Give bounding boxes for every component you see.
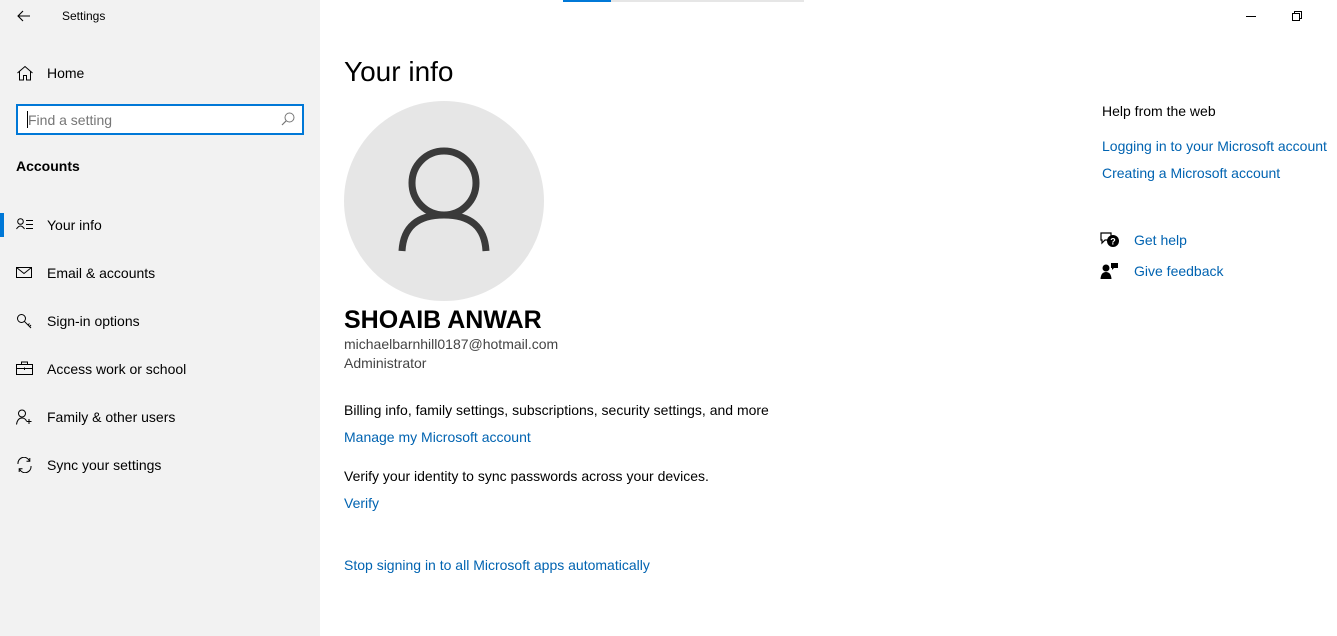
user-name: SHOAIB ANWAR [344,306,542,334]
minimize-button[interactable] [1228,0,1274,32]
verify-description: Verify your identity to sync passwords a… [344,468,709,484]
user-role: Administrator [344,355,427,371]
sidebar-item-label: Sync your settings [47,457,162,473]
mail-icon [16,267,32,278]
get-help-label: Get help [1134,232,1187,248]
search-input[interactable] [18,106,274,133]
restore-button[interactable] [1274,0,1320,32]
search-icon[interactable] [281,112,295,126]
back-arrow-icon [17,10,30,22]
loading-progress-bar [563,0,804,2]
selection-indicator [0,213,4,237]
sidebar-item-your-info[interactable]: Your info [0,205,320,245]
home-label: Home [47,65,85,81]
restore-icon [1292,11,1302,21]
svg-text:?: ? [1110,237,1116,247]
user-icon [398,147,490,252]
give-feedback-link[interactable]: Give feedback [1100,260,1240,282]
sidebar-item-label: Sign-in options [47,313,140,329]
sidebar-item-family-users[interactable]: Family & other users [0,397,320,437]
back-button[interactable] [10,4,38,28]
manage-account-link[interactable]: Manage my Microsoft account [344,429,531,445]
sidebar: Settings Home Accounts Your info Email &… [0,0,320,636]
sidebar-item-label: Your info [47,217,102,233]
text-caret [27,111,28,128]
key-icon [17,314,32,329]
chat-help-icon: ? [1100,232,1119,247]
billing-description: Billing info, family settings, subscript… [344,402,769,418]
help-link-creating-account[interactable]: Creating a Microsoft account [1102,165,1280,181]
sidebar-item-email-accounts[interactable]: Email & accounts [0,253,320,293]
section-heading: Accounts [16,158,80,174]
loading-progress-fill [563,0,612,2]
get-help-link[interactable]: ? Get help [1100,229,1220,251]
home-nav-item[interactable]: Home [0,58,320,88]
contact-card-icon [16,218,33,230]
sidebar-item-sync-settings[interactable]: Sync your settings [0,445,320,485]
briefcase-icon [16,361,33,375]
sidebar-item-sign-in-options[interactable]: Sign-in options [0,301,320,341]
search-box[interactable] [16,104,304,135]
user-email: michaelbarnhill0187@hotmail.com [344,336,559,352]
sidebar-item-access-work[interactable]: Access work or school [0,349,320,389]
app-title: Settings [62,9,106,23]
give-feedback-label: Give feedback [1134,263,1224,279]
help-link-logging-in[interactable]: Logging in to your Microsoft account [1102,138,1327,154]
stop-signing-in-link[interactable]: Stop signing in to all Microsoft apps au… [344,557,650,573]
sidebar-item-label: Email & accounts [47,265,156,281]
person-add-icon [16,409,32,425]
sidebar-item-label: Family & other users [47,409,176,425]
verify-link[interactable]: Verify [344,495,379,511]
sync-icon [17,457,32,473]
help-heading: Help from the web [1102,103,1216,119]
feedback-icon [1100,263,1118,279]
minimize-icon [1246,16,1256,17]
sidebar-item-label: Access work or school [47,361,187,377]
home-icon [17,65,33,81]
page-title: Your info [344,56,454,87]
avatar[interactable] [344,101,544,301]
